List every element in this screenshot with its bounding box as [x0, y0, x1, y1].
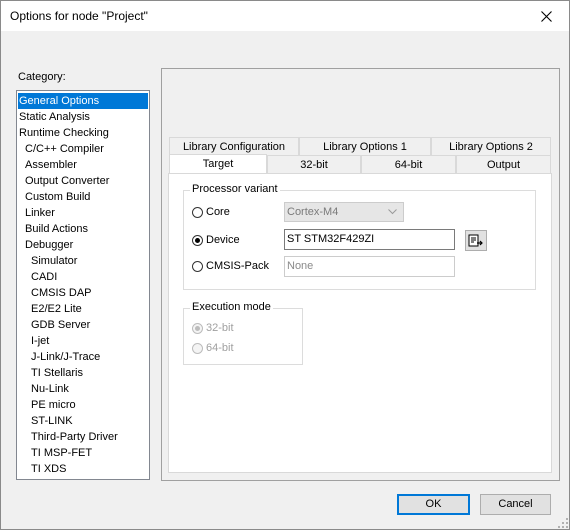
execution-mode-group: Execution mode — [183, 301, 303, 365]
cmsis-pack-radio-button[interactable] — [192, 260, 203, 272]
core-radio[interactable]: Core — [192, 206, 230, 218]
category-item[interactable]: Static Analysis — [17, 109, 149, 125]
exec-64-bit-radio-button — [192, 342, 203, 354]
category-item[interactable]: Assembler — [17, 157, 149, 173]
dialog-title: Options for node "Project" — [10, 9, 148, 23]
device-label: Device — [206, 234, 240, 246]
tab-64-bit[interactable]: 64-bit — [361, 155, 456, 174]
device-select-icon — [468, 234, 483, 246]
category-item[interactable]: GDB Server — [17, 317, 149, 333]
core-label: Core — [206, 206, 230, 218]
cmsis-pack-label: CMSIS-Pack — [206, 260, 269, 272]
core-radio-button[interactable] — [192, 206, 203, 218]
category-item[interactable]: Simulator — [17, 253, 149, 269]
device-radio[interactable]: Device — [192, 234, 240, 246]
category-item[interactable]: General Options — [18, 93, 148, 109]
category-item[interactable]: Output Converter — [17, 173, 149, 189]
chevron-down-icon — [388, 209, 397, 215]
category-item[interactable]: CADI — [17, 269, 149, 285]
cmsis-pack-field: None — [284, 256, 455, 277]
category-item[interactable]: TI Stellaris — [17, 365, 149, 381]
exec-32-bit-label: 32-bit — [206, 322, 234, 334]
category-item[interactable]: TI MSP-FET — [17, 445, 149, 461]
category-item[interactable]: Linker — [17, 205, 149, 221]
processor-variant-title: Processor variant — [190, 183, 280, 195]
title-bar: Options for node "Project" — [1, 1, 569, 31]
category-item[interactable]: Nu-Link — [17, 381, 149, 397]
category-item[interactable]: Runtime Checking — [17, 125, 149, 141]
category-item[interactable]: TI XDS — [17, 461, 149, 477]
category-item[interactable]: J-Link/J-Trace — [17, 349, 149, 365]
category-list[interactable]: General Options Static Analysis Runtime Ch… — [16, 90, 150, 480]
tab-library-options-1[interactable]: Library Options 1 — [299, 137, 431, 156]
tab-32-bit[interactable]: 32-bit — [267, 155, 361, 174]
category-item[interactable]: Custom Build — [17, 189, 149, 205]
exec-32-bit-radio: 32-bit — [192, 322, 234, 334]
category-label: Category: — [18, 71, 66, 83]
cmsis-pack-radio[interactable]: CMSIS-Pack — [192, 260, 269, 272]
category-item[interactable]: CMSIS DAP — [17, 285, 149, 301]
category-item[interactable]: Third-Party Driver — [17, 429, 149, 445]
core-select-value: Cortex-M4 — [287, 206, 339, 218]
exec-32-bit-radio-button — [192, 322, 203, 334]
category-item[interactable]: Debugger — [17, 237, 149, 253]
category-item[interactable]: I-jet — [17, 333, 149, 349]
exec-64-bit-radio: 64-bit — [192, 342, 234, 354]
device-radio-button[interactable] — [192, 234, 203, 246]
ok-button[interactable]: OK — [397, 494, 470, 515]
tab-output[interactable]: Output — [456, 155, 551, 174]
exec-64-bit-label: 64-bit — [206, 342, 234, 354]
tab-library-options-2[interactable]: Library Options 2 — [431, 137, 551, 156]
tab-target[interactable]: Target — [169, 154, 267, 174]
category-item[interactable]: C/C++ Compiler — [17, 141, 149, 157]
cancel-button[interactable]: Cancel — [480, 494, 551, 515]
device-field[interactable]: ST STM32F429ZI — [284, 229, 455, 250]
category-item[interactable]: PE micro — [17, 397, 149, 413]
core-select: Cortex-M4 — [284, 202, 404, 222]
category-item[interactable]: E2/E2 Lite — [17, 301, 149, 317]
category-item[interactable]: ST-LINK — [17, 413, 149, 429]
close-button[interactable] — [523, 1, 569, 31]
category-item[interactable]: Build Actions — [17, 221, 149, 237]
close-icon — [540, 10, 552, 22]
execution-mode-title: Execution mode — [190, 301, 273, 313]
resize-grip-icon[interactable] — [558, 518, 568, 528]
device-browse-button[interactable] — [465, 230, 487, 251]
